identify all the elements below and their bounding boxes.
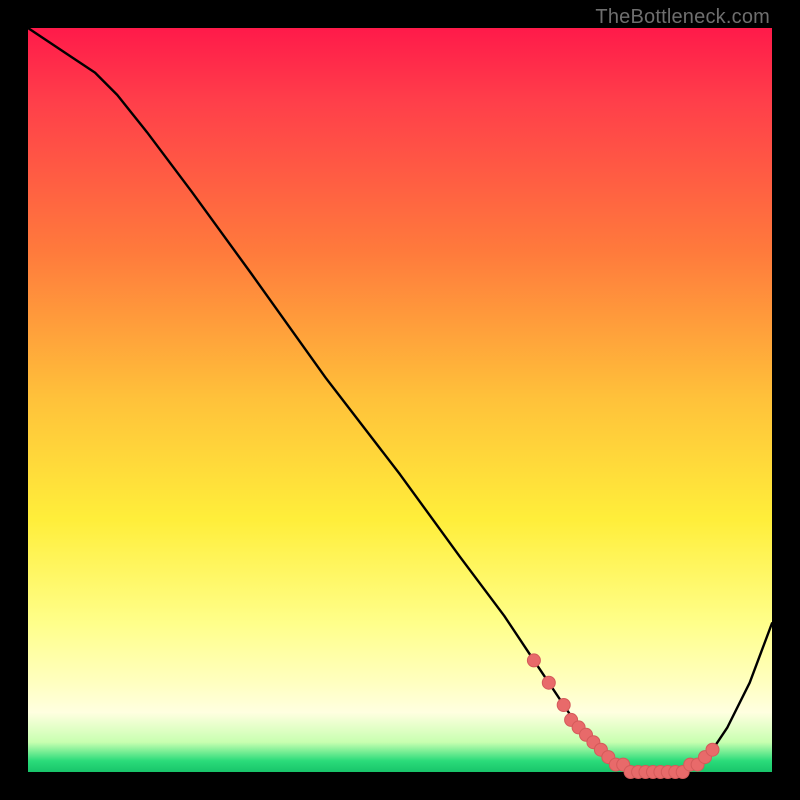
highlight-marker (706, 743, 719, 756)
highlight-marker-group (527, 654, 719, 779)
highlight-marker (527, 654, 540, 667)
bottleneck-curve-line (28, 28, 772, 772)
plot-frame (28, 28, 772, 772)
watermark-text: TheBottleneck.com (595, 6, 770, 29)
bottleneck-curve-svg (28, 28, 772, 772)
highlight-marker (557, 699, 570, 712)
highlight-marker (542, 676, 555, 689)
